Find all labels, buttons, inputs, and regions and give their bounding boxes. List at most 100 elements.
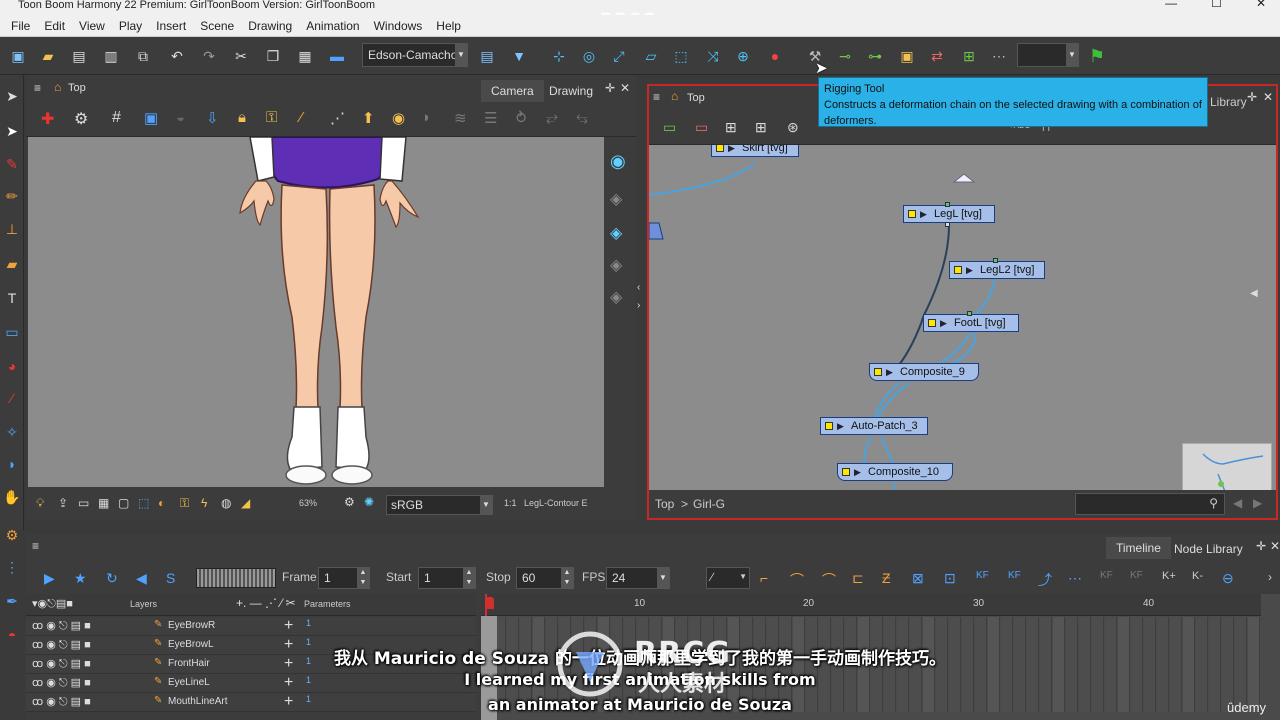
curve-icon[interactable]: ⊶ (866, 47, 884, 65)
play-selection-icon[interactable]: ★ (74, 570, 87, 587)
scale-icon[interactable]: ⤢ (610, 47, 628, 65)
save-icon[interactable]: ▤ (70, 47, 88, 65)
new-file-icon[interactable]: ▣ (9, 47, 27, 65)
layer-tools[interactable]: +. — ⋰ ⁄ ✂ (236, 596, 296, 610)
frame-cell[interactable] (1053, 617, 1065, 636)
add-icon[interactable]: + (284, 617, 293, 635)
layer-below-icon[interactable]: ◈ (610, 255, 622, 275)
select-tool-icon[interactable]: ➤ (3, 87, 21, 105)
menu-animation[interactable]: Animation (299, 19, 366, 33)
frame-cell[interactable] (676, 617, 688, 636)
node-minimap[interactable] (1182, 443, 1272, 490)
paste-icon[interactable]: ▦ (296, 47, 314, 65)
menu-windows[interactable]: Windows (367, 19, 430, 33)
frame-cell[interactable] (650, 617, 662, 636)
library-icon[interactable]: ▬ (328, 47, 346, 65)
node-search-input[interactable]: ⚲ (1075, 493, 1225, 515)
zoom-level[interactable]: 63% (299, 498, 317, 508)
add-keyframe-button[interactable]: K+ (1162, 570, 1176, 582)
frame-cell[interactable] (1170, 617, 1182, 636)
menu-drawing[interactable]: Drawing (241, 19, 299, 33)
add-deformer-icon[interactable]: ⊞ (960, 47, 978, 65)
pin-status-icon[interactable]: ⇪ (58, 496, 68, 510)
settings-icon[interactable]: ⚙ (74, 109, 88, 129)
play-icon[interactable]: ▶ (44, 570, 55, 587)
fps-field[interactable]: 24 ▼ (606, 567, 670, 589)
sound-scrub-icon[interactable]: S (166, 570, 175, 586)
onion-skin-icon[interactable]: ◒ (176, 109, 185, 126)
frame-cell[interactable] (728, 617, 740, 636)
back-icon[interactable]: ◀ (1233, 496, 1242, 510)
game-bone-icon[interactable]: ⇄ (928, 47, 946, 65)
copy-icon[interactable]: ❐ (264, 47, 282, 65)
grid-status-icon[interactable]: ▦ (98, 496, 109, 510)
frame-cell[interactable] (637, 617, 649, 636)
close-view-icon[interactable]: ✕ (1270, 539, 1280, 553)
stepper-icon[interactable]: ▲ ▼ (561, 568, 573, 588)
chevron-down-icon[interactable]: ▼ (657, 568, 669, 588)
node-breadcrumb[interactable]: Top (687, 92, 705, 104)
tab-drawing[interactable]: Drawing (539, 80, 603, 102)
add-view-icon[interactable]: ✛ (605, 81, 615, 95)
menu-insert[interactable]: Insert (149, 19, 193, 33)
loop-icon[interactable]: ↻ (106, 570, 118, 587)
paint-icon[interactable]: ◕ (3, 357, 21, 375)
node-legl[interactable]: ▶ LegL [tvg] (903, 205, 995, 223)
ease-in-icon[interactable]: ⌒ (790, 570, 804, 590)
stack-icon[interactable]: ≋ (454, 109, 467, 127)
ease-icon[interactable]: ⌐ (760, 570, 768, 586)
dropper-icon[interactable]: ⁄ (3, 389, 21, 407)
input-port[interactable] (967, 311, 972, 316)
zigzag-icon[interactable]: Ƶ (882, 570, 891, 586)
brush-preset-icon[interactable]: ⁄ (300, 109, 303, 126)
frame-cell[interactable] (1157, 617, 1169, 636)
add-view-icon[interactable]: ✛ (1256, 539, 1266, 553)
tab-camera[interactable]: Camera (481, 80, 544, 102)
morph-icon[interactable]: ◗ (3, 455, 21, 473)
menu-icon[interactable]: ≡ (32, 539, 39, 553)
frame-cell[interactable] (936, 617, 948, 636)
frame-cell[interactable] (975, 617, 987, 636)
sound-icon[interactable]: ◀ (136, 570, 147, 587)
eye-icon[interactable]: ◉ (610, 151, 626, 172)
target-icon[interactable]: ◎ (580, 47, 598, 65)
pencil-icon[interactable]: ✏ (3, 187, 21, 205)
add-view-icon[interactable]: ✛ (1247, 90, 1257, 104)
frame-cell[interactable] (520, 617, 532, 636)
output-port[interactable] (945, 222, 950, 227)
maximize-icon[interactable]: ☐ (1211, 0, 1222, 9)
user-select[interactable]: Edson-Camacho ▼ (362, 43, 468, 67)
undo-icon[interactable]: ↶ (168, 47, 186, 65)
menu-file[interactable]: File (4, 19, 37, 33)
kinematic-icon[interactable]: ● (766, 47, 784, 65)
frame-cell[interactable] (845, 617, 857, 636)
pen-icon[interactable]: ✒ (3, 592, 21, 610)
shape-icon[interactable]: ▭ (3, 323, 21, 341)
kf-disabled2-icon[interactable]: KF (1130, 570, 1143, 581)
frame-cell[interactable] (806, 617, 818, 636)
splitter-left-icon[interactable]: ‹ (637, 282, 640, 293)
menu-edit[interactable]: Edit (37, 19, 72, 33)
frame-cell[interactable] (1183, 617, 1195, 636)
frame-cell[interactable] (1118, 617, 1130, 636)
distort-icon[interactable]: ⥂ (546, 109, 558, 126)
node-auto-patch-3[interactable]: ▶ Auto-Patch_3 (820, 417, 928, 435)
lightning-icon[interactable]: ϟ (201, 496, 207, 510)
frame-cell[interactable] (910, 617, 922, 636)
minimize-icon[interactable]: — (1165, 0, 1177, 9)
add-drawing-node-icon[interactable]: ▭ (663, 119, 676, 136)
stepper-icon[interactable]: ▲ ▼ (357, 568, 369, 588)
stamp-icon[interactable]: ⊥ (3, 220, 21, 238)
node-legl2[interactable]: ▶ LegL2 [tvg] (949, 261, 1045, 279)
frame-cell[interactable] (767, 617, 779, 636)
home-icon[interactable]: ⌂ (54, 80, 61, 94)
grid-icon[interactable]: # (112, 109, 121, 127)
safe-area-icon[interactable]: ▣ (144, 109, 158, 127)
frame-cell[interactable] (949, 617, 961, 636)
frame-cell[interactable] (988, 617, 1000, 636)
frame-cell[interactable] (871, 617, 883, 636)
gear-icon[interactable]: ⚙ (344, 495, 355, 509)
add-keyframe-icon[interactable]: ✚ (41, 109, 54, 129)
side-collapse-icon[interactable]: ◀ (1250, 288, 1258, 299)
composite-node-icon[interactable]: ⊛ (787, 119, 799, 136)
